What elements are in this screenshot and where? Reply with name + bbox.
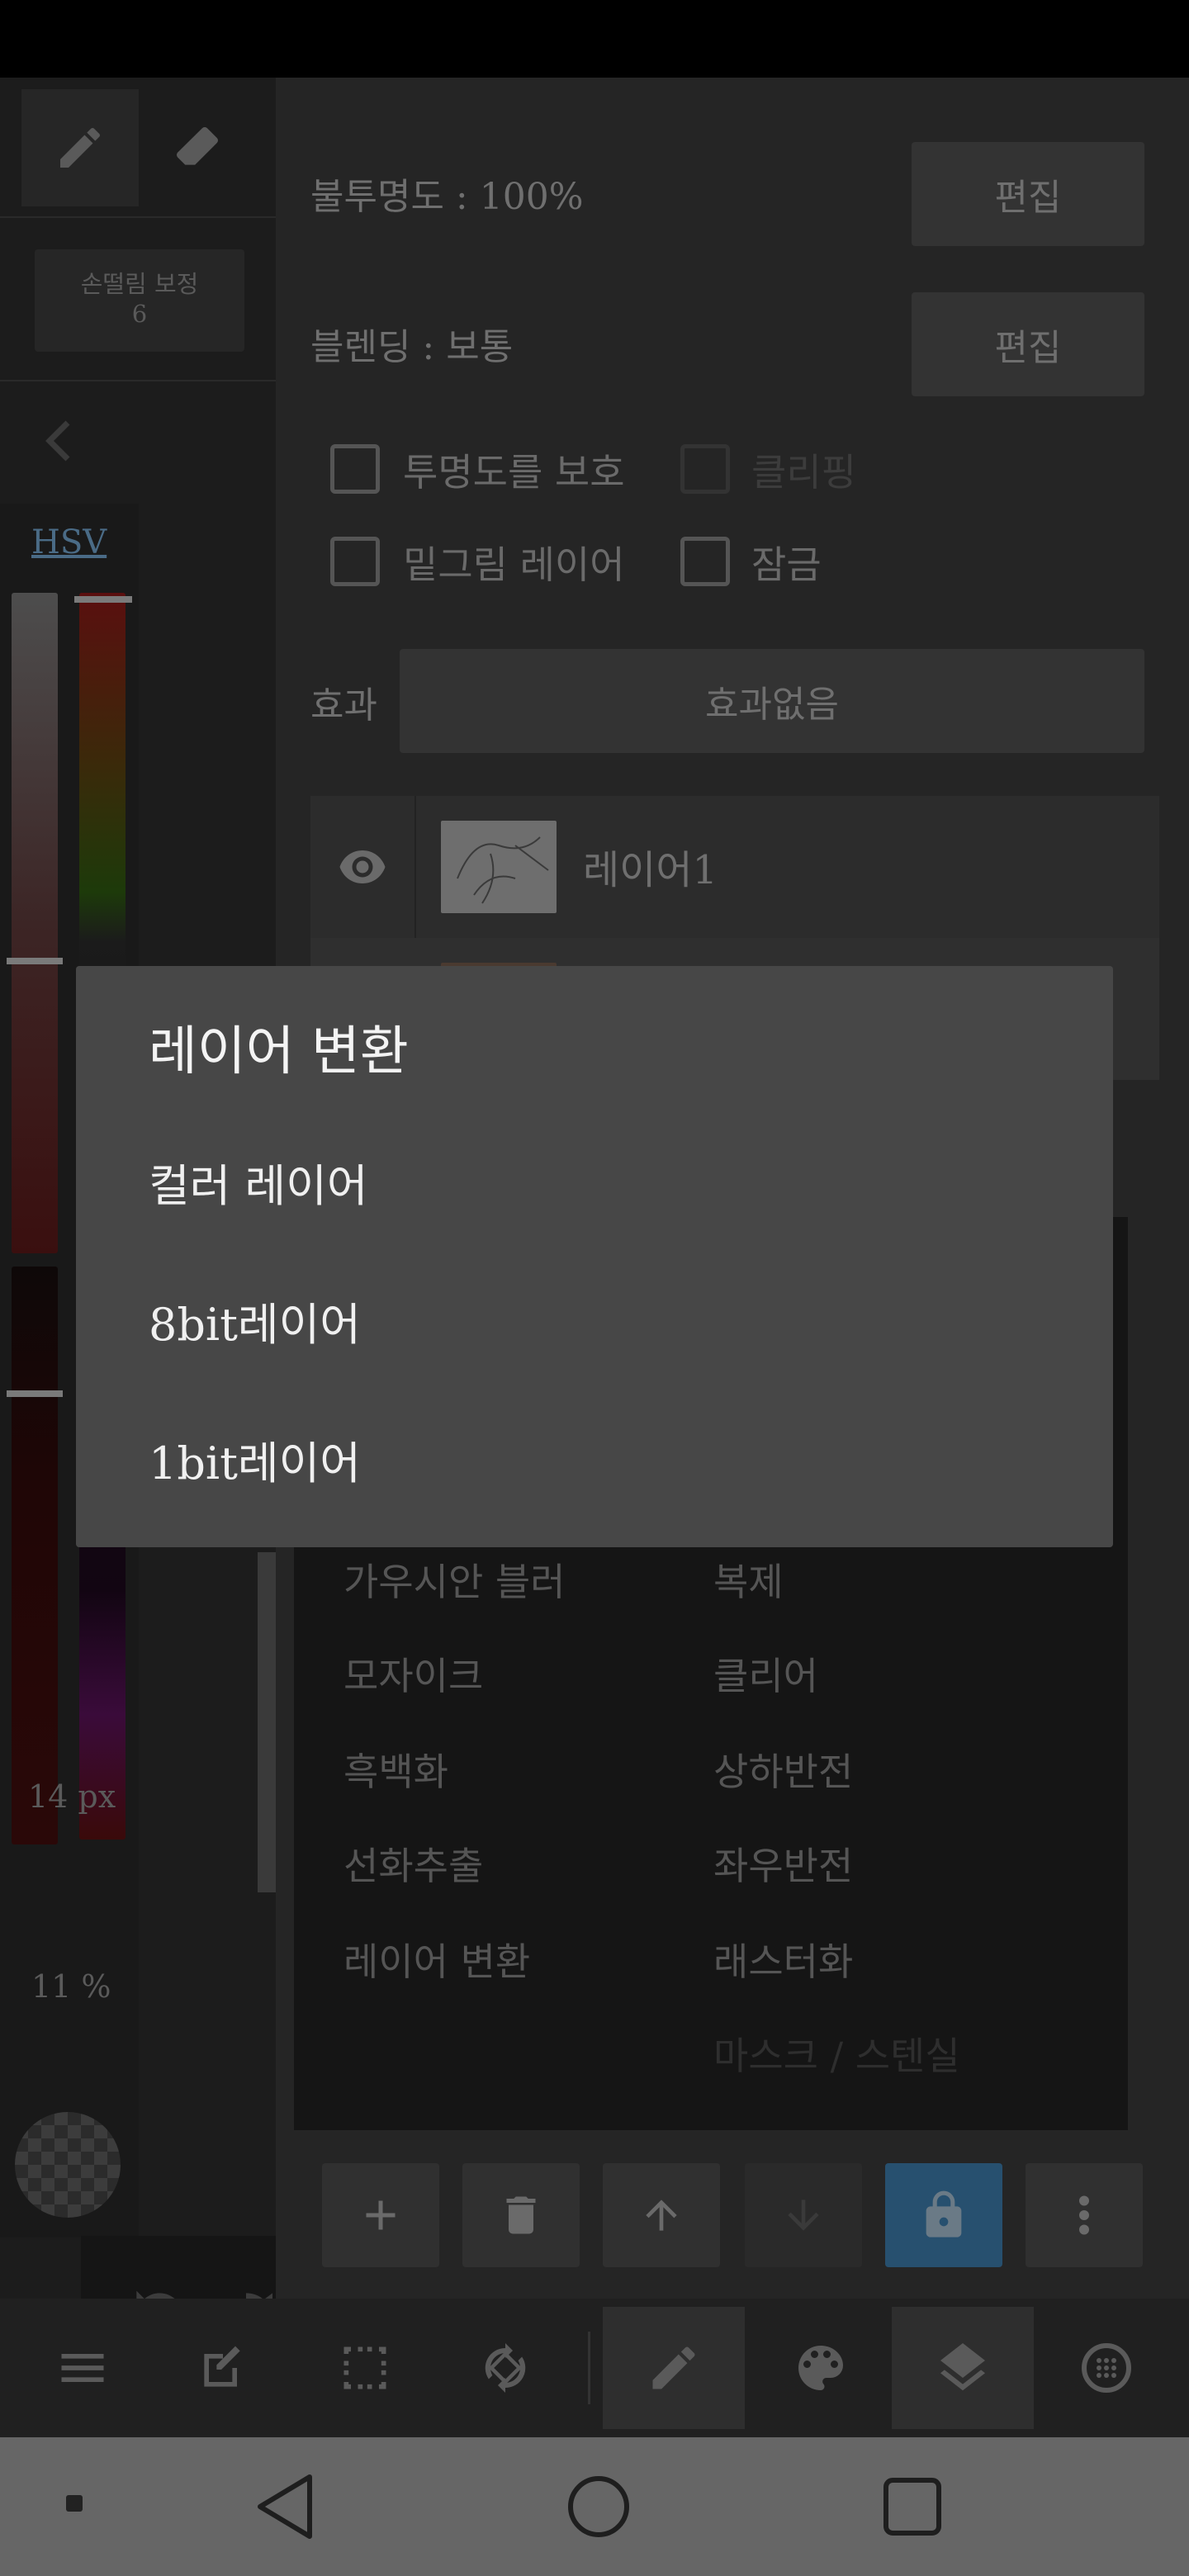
status-bar [0, 0, 1189, 78]
home-circle-icon [568, 2476, 629, 2537]
option-1bit-layer[interactable]: 1bit레이어 [149, 1427, 361, 1492]
nav-home-button[interactable] [553, 2457, 644, 2556]
option-color-layer[interactable]: 컬러 레이어 [149, 1149, 368, 1215]
system-navigation-bar [0, 2437, 1189, 2576]
convert-layer-dialog: 레이어 변환 컬러 레이어 8bit레이어 1bit레이어 [76, 966, 1113, 1547]
overview-square-icon [883, 2478, 941, 2536]
nav-overview-button[interactable] [867, 2457, 958, 2556]
dialog-title: 레이어 변환 [149, 1021, 409, 1082]
back-triangle-icon [258, 2474, 312, 2539]
option-8bit-layer[interactable]: 8bit레이어 [149, 1288, 361, 1353]
nav-recents-dot[interactable] [58, 2487, 91, 2520]
small-square-icon [66, 2495, 83, 2512]
nav-back-button[interactable] [239, 2457, 330, 2556]
